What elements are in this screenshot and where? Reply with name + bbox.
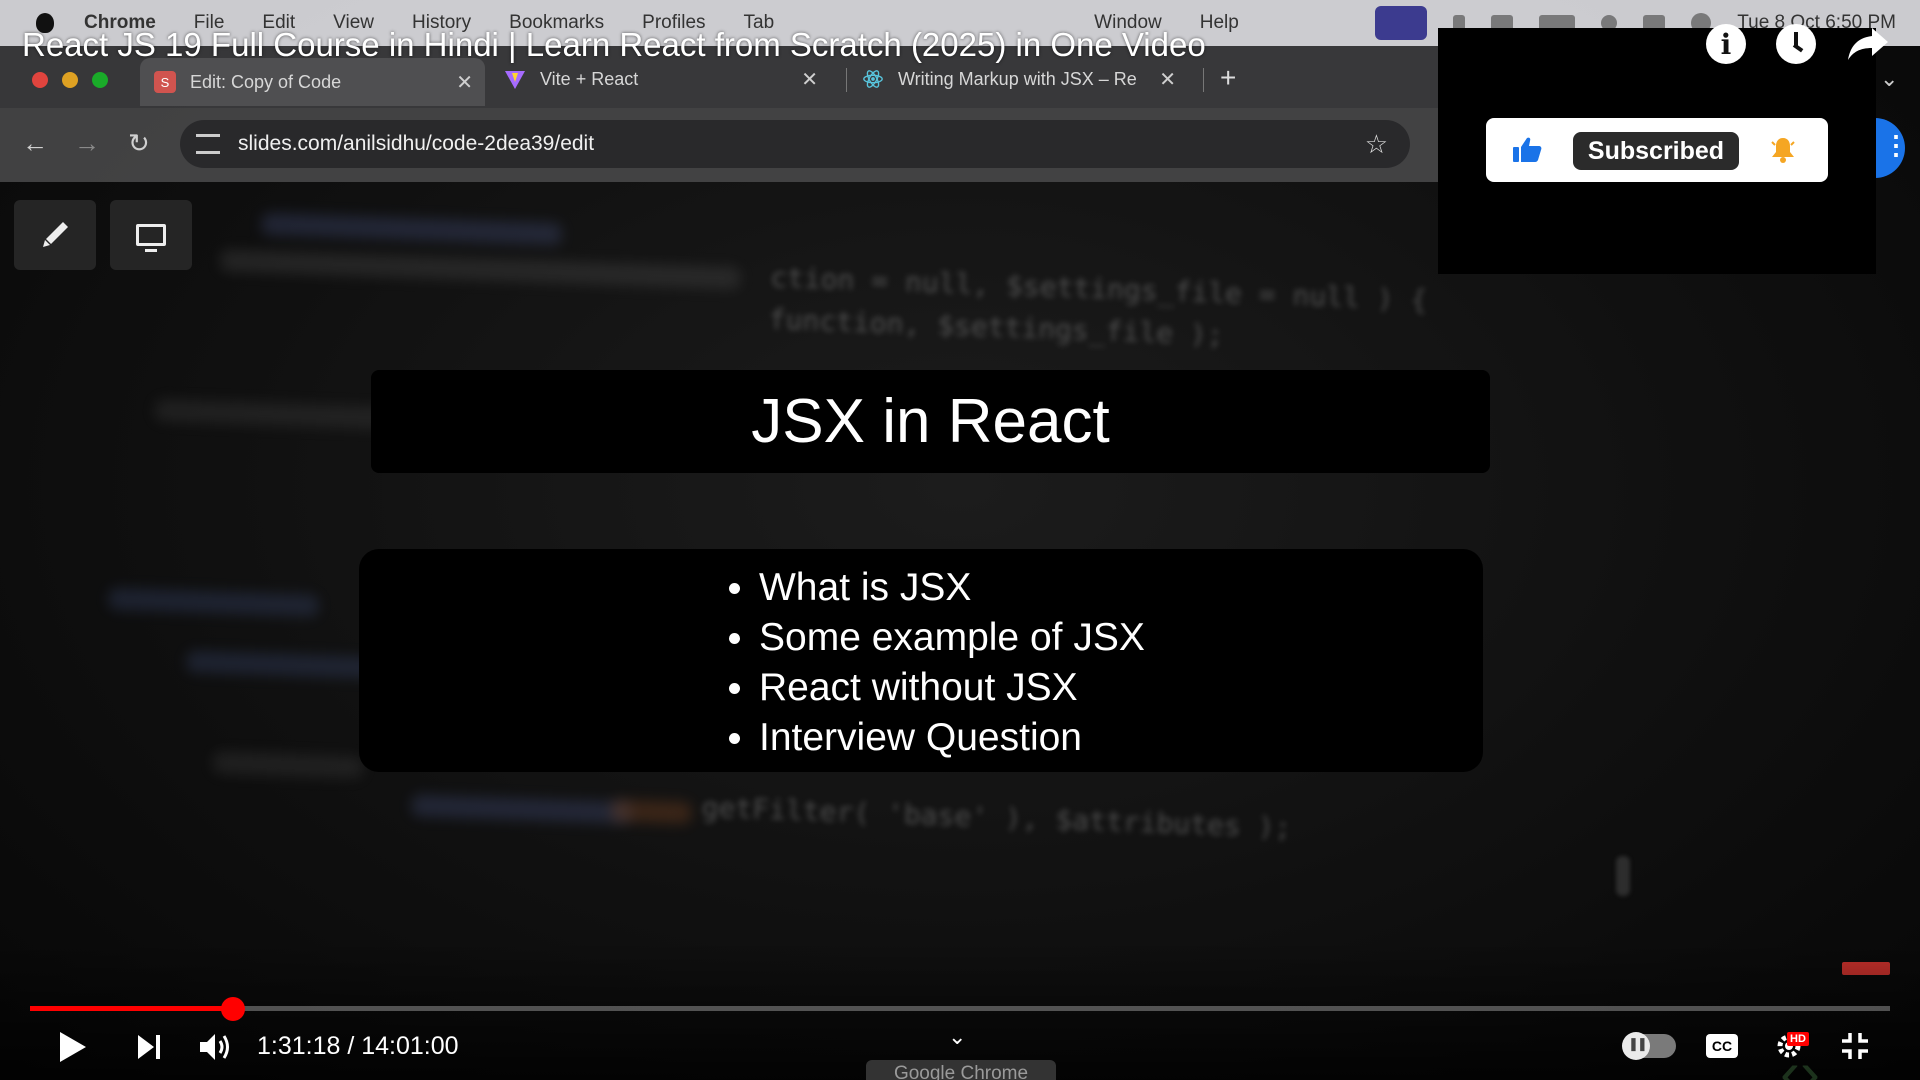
code-line: getFilter( 'base' ), $attributes );: [701, 790, 1292, 845]
pen-tool-button[interactable]: [14, 200, 96, 270]
new-tab-button[interactable]: +: [1220, 62, 1236, 94]
editor-scroll-thumb: [1616, 856, 1630, 896]
like-thumb-icon[interactable]: [1512, 136, 1542, 164]
slide-bullet-box: What is JSX Some example of JSX React wi…: [359, 549, 1483, 772]
share-arrow-icon[interactable]: [1846, 24, 1890, 64]
tab-slides-edit[interactable]: S Edit: Copy of Code ✕: [140, 58, 485, 106]
vite-icon: [504, 68, 526, 90]
chevron-down-icon[interactable]: ⌄: [948, 1024, 966, 1050]
tab-label: Vite + React: [540, 68, 639, 89]
back-button[interactable]: ←: [22, 128, 48, 159]
progress-bar[interactable]: [30, 1006, 1890, 1011]
tab-search-chevron-icon[interactable]: ⌄: [1880, 66, 1898, 92]
exit-fullscreen-icon[interactable]: [1840, 1031, 1870, 1061]
site-settings-icon[interactable]: [196, 134, 220, 154]
progress-played: [30, 1006, 233, 1011]
video-title[interactable]: React JS 19 Full Course in Hindi | Learn…: [22, 26, 1206, 64]
captions-icon[interactable]: CC: [1706, 1034, 1738, 1058]
info-icon[interactable]: i: [1706, 24, 1746, 64]
notification-bell-icon[interactable]: [1770, 136, 1796, 164]
slides-favicon-icon: S: [154, 71, 176, 93]
minimize-window-icon[interactable]: [62, 72, 78, 88]
close-tab-icon[interactable]: ✕: [456, 70, 473, 95]
zoom-window-icon[interactable]: [92, 72, 108, 88]
volume-icon[interactable]: [198, 1031, 232, 1063]
chrome-menu-button[interactable]: [1875, 118, 1909, 178]
code-line: function, $settings_file );: [768, 302, 1225, 352]
next-video-icon[interactable]: [134, 1032, 164, 1062]
address-bar[interactable]: slides.com/anilsidhu/code-2dea39/edit ☆: [180, 120, 1410, 168]
play-icon[interactable]: [58, 1030, 88, 1064]
video-player[interactable]: ction = null, $settings_file = null ) { …: [0, 0, 1920, 1080]
url-text[interactable]: slides.com/anilsidhu/code-2dea39/edit: [238, 132, 594, 156]
tab-vite-react[interactable]: Vite + React ✕: [490, 58, 830, 100]
forward-button[interactable]: →: [74, 128, 100, 159]
video-top-actions: i: [1706, 24, 1890, 64]
slide-bullet-list: What is JSX Some example of JSX React wi…: [729, 563, 1145, 763]
monitor-icon: [136, 224, 166, 252]
close-window-icon[interactable]: [32, 72, 48, 88]
pen-icon: [43, 222, 68, 247]
react-icon: [862, 68, 884, 90]
slide-title: JSX in React: [751, 387, 1110, 456]
time-display: 1:31:18 / 14:01:00: [257, 1032, 459, 1060]
slide-bullet: What is JSX: [729, 563, 1145, 613]
close-tab-icon[interactable]: ✕: [1159, 67, 1176, 92]
tab-writing-markup-jsx[interactable]: Writing Markup with JSX – Re ✕: [848, 58, 1188, 100]
subscribed-button[interactable]: Subscribed: [1573, 132, 1739, 170]
progress-scrubber[interactable]: [221, 997, 245, 1021]
hd-badge: HD: [1787, 1032, 1809, 1046]
present-button[interactable]: [110, 200, 192, 270]
dock-tooltip: Google Chrome: [866, 1060, 1056, 1080]
slide-title-box: JSX in React: [371, 370, 1490, 473]
autoplay-toggle[interactable]: [1622, 1032, 1676, 1060]
close-tab-icon[interactable]: ✕: [801, 67, 818, 92]
watch-later-clock-icon[interactable]: [1776, 24, 1816, 64]
window-controls: [32, 72, 108, 88]
slide-bullet: React without JSX: [729, 663, 1145, 713]
reload-button[interactable]: ↻: [128, 128, 150, 159]
tab-label: Writing Markup with JSX – Re: [898, 68, 1137, 89]
bookmark-star-icon[interactable]: ☆: [1365, 129, 1388, 160]
slide-bullet: Interview Question: [729, 713, 1145, 763]
slide-bullet: Some example of JSX: [729, 613, 1145, 663]
tab-label: Edit: Copy of Code: [190, 71, 342, 92]
screen-share-icon[interactable]: [1375, 6, 1428, 40]
